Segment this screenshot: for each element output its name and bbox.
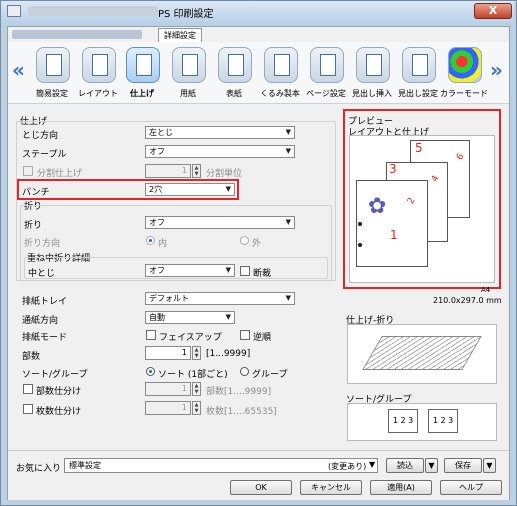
sheet-split-label: 枚数仕分け: [36, 407, 82, 417]
binding-label: とじ方向: [22, 131, 59, 141]
reverse-order-label: 逆順: [253, 333, 272, 343]
reverse-order-checkbox[interactable]: [240, 330, 250, 340]
tab-setting-icon: [402, 47, 436, 83]
page-number-1: 1: [390, 228, 398, 242]
title-redacted: [28, 6, 158, 16]
output-tray-label: 排紙トレイ: [22, 297, 68, 307]
fold-preview-sheet: [362, 336, 482, 370]
page-setup-icon: [310, 47, 344, 83]
perfect-binding-icon: [264, 47, 298, 83]
load-dropdown-button[interactable]: ▼: [425, 458, 438, 473]
set-split-spinner[interactable]: ▲ ▼: [192, 382, 201, 396]
binding-select[interactable]: 左とじ: [145, 126, 295, 139]
sheet-split-spinner[interactable]: ▲ ▼: [192, 401, 201, 415]
load-button[interactable]: 読込: [386, 458, 424, 473]
cancel-button[interactable]: キャンセル: [300, 480, 362, 495]
punch-select[interactable]: 2穴: [145, 183, 235, 196]
page-number-3: 3: [389, 162, 397, 176]
output-mode-label: 排紙モード: [22, 333, 68, 343]
fold-in-label: 内: [158, 239, 168, 249]
paper-name: A4: [481, 286, 491, 294]
split-unit-spinner[interactable]: ▲ ▼: [192, 164, 201, 178]
saddle-label: 中とじ: [28, 269, 56, 279]
set-split-checkbox[interactable]: [23, 384, 33, 394]
save-button[interactable]: 保存: [444, 458, 482, 473]
feed-direction-select[interactable]: 自動: [145, 311, 235, 324]
sort-set-1-icon: 1 2 3: [388, 409, 418, 433]
quick-setup-icon: [36, 47, 70, 83]
fold-select[interactable]: オフ: [145, 216, 295, 229]
staple-select[interactable]: オフ: [145, 145, 295, 158]
feed-direction-label: 通紙方向: [22, 316, 59, 326]
sort-set-2-icon: 1 2 3: [428, 409, 458, 433]
tab-redacted[interactable]: [12, 30, 142, 39]
punch-hole-bottom: [358, 243, 362, 247]
color-mode-icon: [448, 47, 482, 83]
apply-button[interactable]: 適用(A): [370, 480, 432, 495]
split-unit-label: 分割単位: [206, 169, 243, 179]
favorites-changed-note: (変更あり): [328, 462, 367, 471]
tab-detail-settings[interactable]: 詳細設定: [158, 28, 202, 42]
paper-size: 210.0x297.0 mm: [433, 296, 502, 305]
toolbar-item-color-mode[interactable]: カラーモード: [438, 47, 490, 103]
face-up-label: フェイスアップ: [159, 333, 222, 343]
finishing-icon: [126, 47, 160, 83]
sort-option-label: ソート (1部ごと): [158, 370, 228, 380]
flower-image-icon: ✿: [368, 194, 387, 219]
printer-app-icon: [7, 5, 21, 17]
paper-icon: [172, 47, 206, 83]
sort-group-label: ソート/グループ: [22, 370, 88, 380]
set-split-label: 部数仕分け: [36, 387, 82, 397]
split-finish-checkbox[interactable]: [23, 166, 33, 176]
sort-radio[interactable]: [146, 367, 155, 376]
page-number-5: 5: [415, 141, 423, 155]
saddle-select[interactable]: オフ: [145, 264, 235, 277]
save-dropdown-button[interactable]: ▼: [483, 458, 496, 473]
favorites-label: お気に入り: [16, 464, 62, 474]
fold-direction-label: 折り方向: [24, 239, 61, 249]
favorites-dropdown-icon[interactable]: ▼: [369, 460, 375, 469]
copies-range: [1...9999]: [206, 349, 251, 359]
close-button[interactable]: X: [474, 3, 512, 19]
layout-icon: [82, 47, 116, 83]
punch-hole-top: [358, 222, 362, 226]
staple-label: ステープル: [22, 150, 67, 160]
fold-in-radio[interactable]: [146, 236, 155, 245]
ok-button[interactable]: OK: [230, 480, 292, 495]
fold-out-radio[interactable]: [240, 236, 249, 245]
sort-preview-frame: [347, 403, 497, 441]
toolbar-prev-arrow[interactable]: «: [12, 58, 25, 82]
fold-label: 折り: [24, 221, 43, 231]
split-unit-input[interactable]: 1: [145, 164, 191, 178]
copies-label: 部数: [22, 352, 41, 362]
sheet-split-input[interactable]: 1: [145, 401, 191, 415]
copies-spinner[interactable]: ▲ ▼: [192, 346, 201, 360]
set-split-input[interactable]: 1: [145, 382, 191, 396]
help-button[interactable]: ヘルプ: [440, 480, 502, 495]
group-radio[interactable]: [240, 367, 249, 376]
sheet-split-range: 枚数[1....65535]: [206, 407, 277, 417]
face-up-checkbox[interactable]: [146, 330, 156, 340]
set-split-range: 部数[1....9999]: [206, 387, 272, 397]
output-tray-select[interactable]: デフォルト: [145, 292, 295, 305]
fold-out-label: 外: [252, 239, 262, 249]
window-title: PS 印刷設定: [158, 9, 214, 20]
group-option-label: グループ: [252, 370, 288, 380]
trim-label: 断裁: [253, 269, 272, 279]
trim-checkbox[interactable]: [240, 266, 250, 276]
cover-icon: [218, 47, 252, 83]
toolbar-next-arrow[interactable]: »: [490, 58, 503, 82]
sheet-split-checkbox[interactable]: [23, 404, 33, 414]
punch-label: パンチ: [22, 188, 50, 198]
copies-input[interactable]: 1: [145, 346, 191, 360]
split-finish-label: 分割仕上げ: [37, 169, 83, 179]
tab-insert-icon: [356, 47, 390, 83]
